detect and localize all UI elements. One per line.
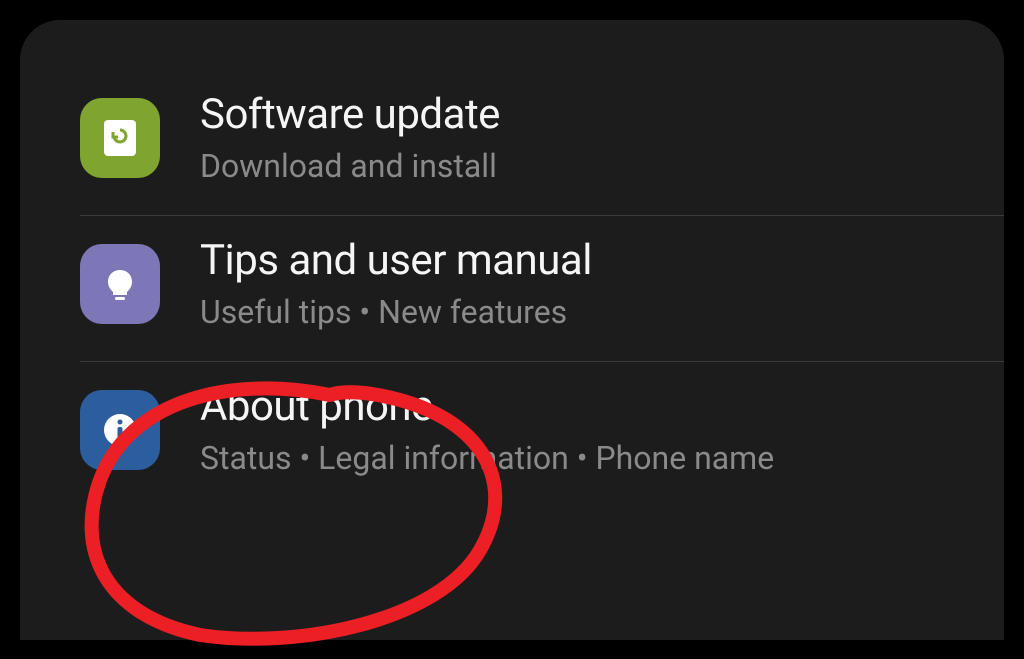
item-text: Tips and user manual Useful tips • New f… xyxy=(200,236,592,331)
lightbulb-icon xyxy=(80,244,160,324)
settings-item-about-phone[interactable]: About phone Status • Legal information •… xyxy=(20,362,1004,507)
settings-item-software-update[interactable]: Software update Download and install xyxy=(20,70,1004,215)
info-icon xyxy=(80,390,160,470)
item-title: Tips and user manual xyxy=(200,236,592,285)
download-refresh-icon xyxy=(80,98,160,178)
item-subtitle: Download and install xyxy=(200,147,500,185)
item-text: About phone Status • Legal information •… xyxy=(200,382,774,477)
item-title: Software update xyxy=(200,90,500,139)
item-subtitle: Useful tips • New features xyxy=(200,293,592,331)
item-text: Software update Download and install xyxy=(200,90,500,185)
item-subtitle: Status • Legal information • Phone name xyxy=(200,439,774,477)
item-title: About phone xyxy=(200,382,774,431)
settings-item-tips[interactable]: Tips and user manual Useful tips • New f… xyxy=(20,216,1004,361)
settings-panel: Software update Download and install Tip… xyxy=(20,20,1004,640)
